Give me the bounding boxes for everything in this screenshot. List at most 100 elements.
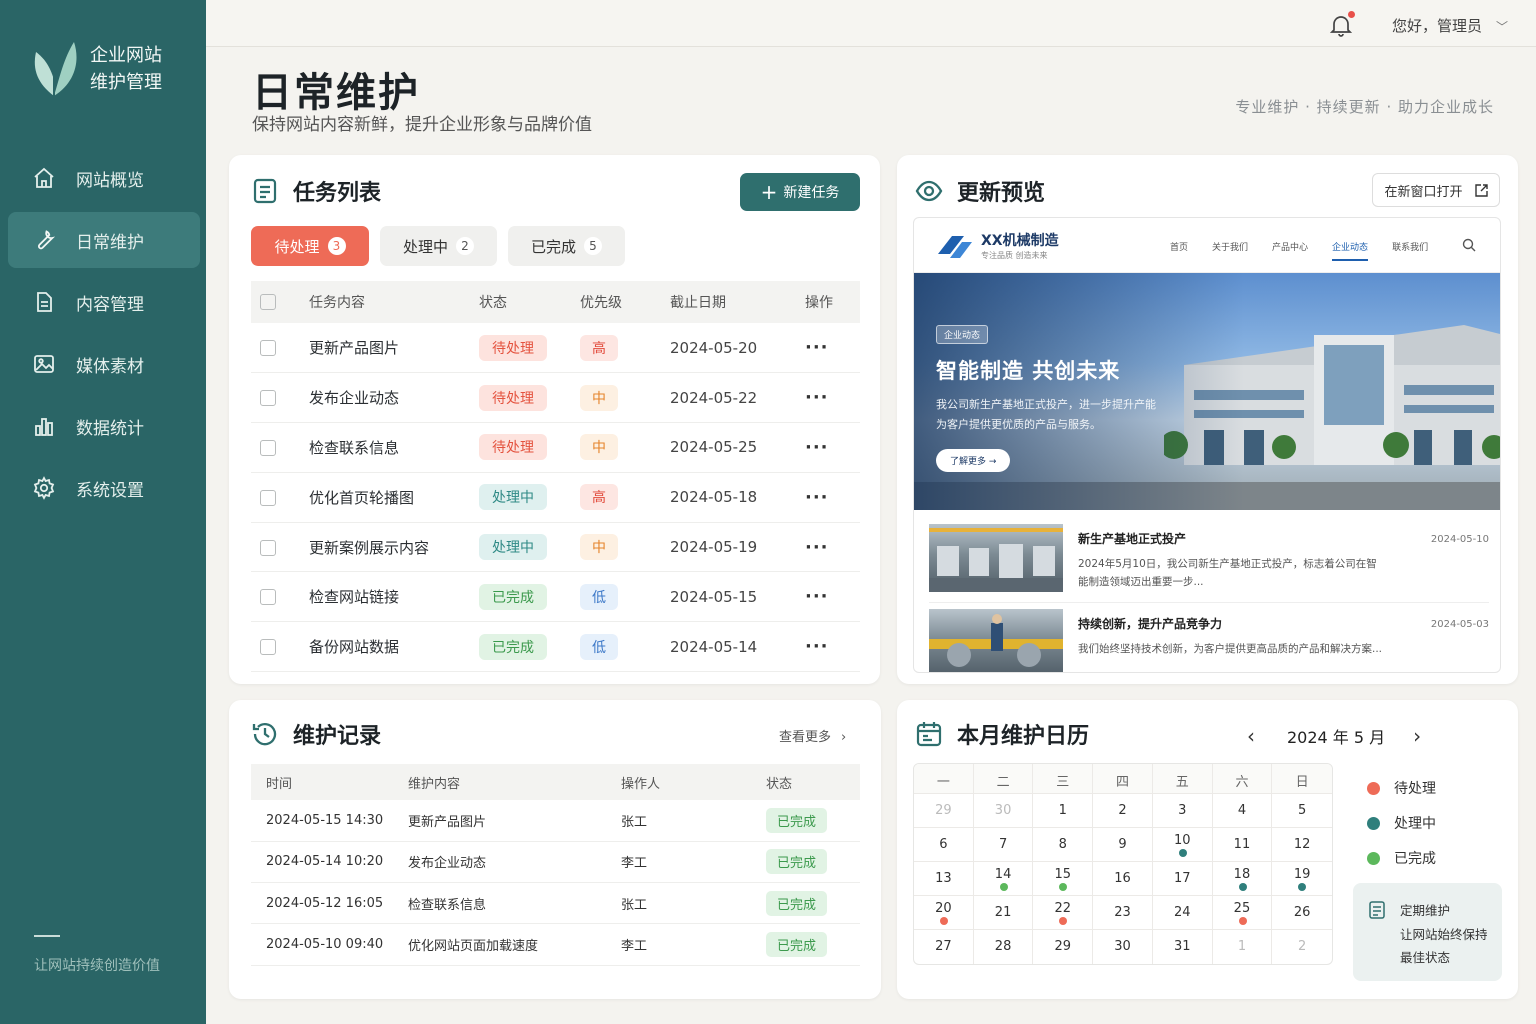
column-header: 操作 xyxy=(805,295,833,311)
next-month-icon[interactable]: › xyxy=(1413,724,1433,748)
calendar-day[interactable]: 13 xyxy=(914,862,974,896)
calendar-day[interactable]: 24 xyxy=(1152,896,1213,930)
column-header: 任务内容 xyxy=(309,295,365,311)
wrench-icon xyxy=(32,228,56,252)
calendar-day[interactable]: 15 xyxy=(1033,862,1094,896)
calendar-day[interactable]: 30 xyxy=(1093,930,1153,964)
more-actions-icon[interactable]: ··· xyxy=(805,437,829,458)
news-item[interactable]: 持续创新，提升产品竞争力 我们始终坚持技术创新，为客户提供更高品质的产品和解决方… xyxy=(929,609,1489,672)
news-description-line: 2024年5月10日，我公司新生产基地正式投产，标志着公司在智 xyxy=(1078,558,1377,570)
calendar-day[interactable]: 2 xyxy=(1093,794,1153,828)
site-menu-item[interactable]: 联系我们 xyxy=(1392,240,1428,261)
calendar-day[interactable]: 29 xyxy=(914,794,974,828)
site-menu-item-active[interactable]: 企业动态 xyxy=(1332,240,1369,261)
task-list-title-row: 任务列表 xyxy=(251,175,381,207)
calendar-day[interactable]: 3 xyxy=(1152,794,1213,828)
more-actions-icon[interactable]: ··· xyxy=(805,487,829,508)
calendar-day[interactable]: 28 xyxy=(974,930,1034,964)
prev-month-icon[interactable]: ‹ xyxy=(1247,724,1267,748)
calendar-day[interactable]: 19 xyxy=(1272,862,1332,896)
select-all-checkbox[interactable] xyxy=(260,294,276,310)
row-checkbox[interactable] xyxy=(260,390,276,407)
open-new-window-button[interactable]: 在新窗口打开 xyxy=(1372,173,1500,207)
site-menu-item[interactable]: 产品中心 xyxy=(1272,240,1308,261)
news-item[interactable]: 新生产基地正式投产 2024年5月10日，我公司新生产基地正式投产，标志着公司在… xyxy=(929,524,1489,594)
calendar-day[interactable]: 20 xyxy=(914,896,974,930)
due-date: 2024-05-14 xyxy=(670,637,758,656)
calendar-day-number: 24 xyxy=(1173,905,1191,920)
status-badge: 处理中 xyxy=(479,484,547,511)
bar-chart-icon xyxy=(32,414,56,438)
external-link-icon xyxy=(1474,183,1488,197)
see-more-link[interactable]: 查看更多 › xyxy=(779,726,846,745)
tab-in-progress[interactable]: 处理中 2 xyxy=(380,226,497,266)
row-checkbox[interactable] xyxy=(260,439,276,456)
sidebar-item-overview[interactable]: 网站概览 xyxy=(8,150,200,206)
table-row: 发布企业动态 待处理 中 2024-05-22 ··· xyxy=(251,373,860,423)
calendar-month-nav: ‹ 2024 年 5 月 › xyxy=(1247,724,1433,748)
more-actions-icon[interactable]: ··· xyxy=(805,636,829,657)
calendar-day[interactable]: 7 xyxy=(973,828,1034,862)
status-badge: 已完成 xyxy=(766,932,828,958)
row-checkbox[interactable] xyxy=(260,639,276,656)
sidebar-item-media[interactable]: 媒体素材 xyxy=(8,336,200,392)
website-preview: XX机械制造 专注品质 创造未来 首页 关于我们 产品中心 企业动态 联系我们 xyxy=(913,217,1501,673)
more-actions-icon[interactable]: ··· xyxy=(805,537,829,558)
sidebar-item-settings[interactable]: 系统设置 xyxy=(8,460,200,516)
legend-label: 待处理 xyxy=(1394,781,1436,797)
calendar-day[interactable]: 5 xyxy=(1272,794,1332,828)
sidebar-item-stats[interactable]: 数据统计 xyxy=(8,398,200,454)
tab-pending[interactable]: 待处理 3 xyxy=(251,226,369,266)
tab-completed[interactable]: 已完成 5 xyxy=(508,226,625,266)
calendar-legend: 待处理 处理中 已完成 xyxy=(1367,778,1436,883)
task-list-title: 任务列表 xyxy=(293,181,382,206)
sidebar-item-content[interactable]: 内容管理 xyxy=(8,274,200,330)
calendar-day[interactable]: 31 xyxy=(1153,930,1213,964)
row-checkbox[interactable] xyxy=(260,489,276,506)
calendar-day[interactable]: 22 xyxy=(1033,896,1094,930)
calendar-day[interactable]: 16 xyxy=(1093,862,1153,896)
column-header: 时间 xyxy=(266,776,293,792)
learn-more-button[interactable]: 了解更多 → xyxy=(936,449,1011,472)
calendar-day[interactable]: 26 xyxy=(1272,896,1332,930)
status-badge: 已完成 xyxy=(766,890,828,916)
more-actions-icon[interactable]: ··· xyxy=(805,586,829,607)
calendar-day[interactable]: 6 xyxy=(914,828,974,862)
row-checkbox[interactable] xyxy=(260,340,276,357)
row-checkbox[interactable] xyxy=(260,539,276,556)
calendar-day[interactable]: 11 xyxy=(1212,828,1273,862)
calendar-day[interactable]: 25 xyxy=(1212,896,1273,930)
calendar-day[interactable]: 8 xyxy=(1033,828,1094,862)
status-badge: 待处理 xyxy=(479,334,547,361)
calendar-day[interactable]: 10 xyxy=(1152,828,1213,862)
calendar-day[interactable]: 1 xyxy=(1213,930,1273,964)
more-actions-icon[interactable]: ··· xyxy=(805,387,829,408)
user-menu[interactable]: 您好，管理员 ﹀ xyxy=(1392,15,1508,36)
calendar-day[interactable]: 1 xyxy=(1033,794,1094,828)
site-menu-item[interactable]: 关于我们 xyxy=(1212,240,1248,261)
calendar-day[interactable]: 4 xyxy=(1212,794,1273,828)
notification-bell-icon[interactable] xyxy=(1329,11,1355,37)
new-task-button[interactable]: + 新建任务 xyxy=(740,173,860,211)
calendar-day[interactable]: 29 xyxy=(1033,930,1094,964)
calendar-day[interactable]: 30 xyxy=(973,794,1034,828)
calendar-day-number: 27 xyxy=(935,939,952,954)
record-operator: 李工 xyxy=(621,856,648,872)
calendar-day[interactable]: 14 xyxy=(973,862,1034,896)
calendar-day[interactable]: 17 xyxy=(1152,862,1213,896)
maintenance-records-card: 维护记录 查看更多 › 时间 维护内容 操作人 状态 2024-05-15 14:… xyxy=(229,700,881,999)
calendar-day[interactable]: 9 xyxy=(1093,828,1153,862)
site-menu-item[interactable]: 首页 xyxy=(1170,240,1188,261)
row-checkbox[interactable] xyxy=(260,589,276,606)
calendar-day-number: 26 xyxy=(1293,905,1311,920)
search-icon[interactable] xyxy=(1462,238,1476,252)
calendar-day[interactable]: 27 xyxy=(914,930,974,964)
weekday-label: 三 xyxy=(1033,764,1094,794)
calendar-day[interactable]: 2 xyxy=(1272,930,1332,964)
calendar-day[interactable]: 23 xyxy=(1093,896,1153,930)
more-actions-icon[interactable]: ··· xyxy=(805,337,829,358)
calendar-day[interactable]: 18 xyxy=(1212,862,1273,896)
calendar-day[interactable]: 21 xyxy=(973,896,1034,930)
calendar-day[interactable]: 12 xyxy=(1272,828,1332,862)
sidebar-item-maintenance[interactable]: 日常维护 xyxy=(8,212,200,268)
